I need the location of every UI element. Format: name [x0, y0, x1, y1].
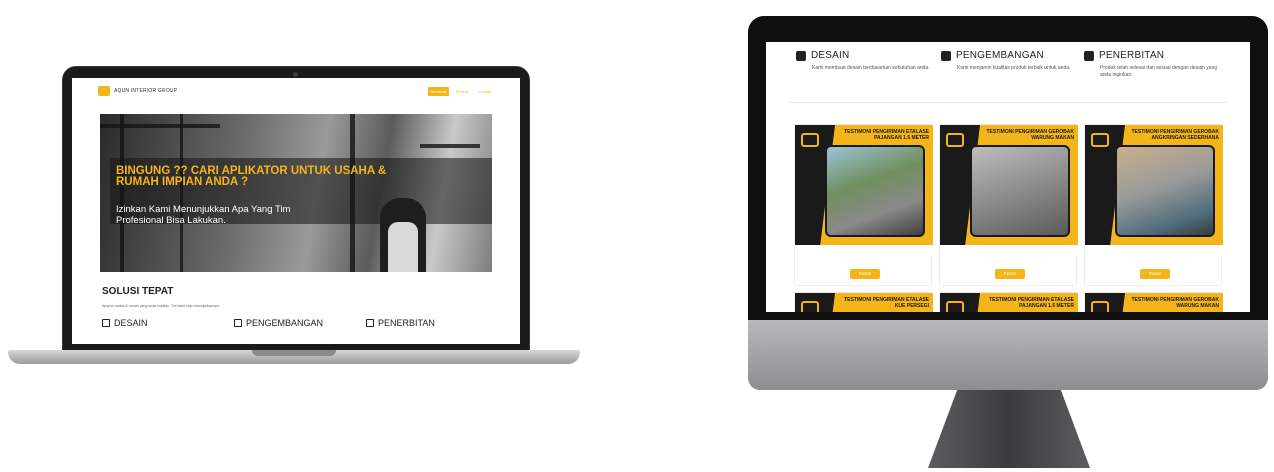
- hero-headline: BINGUNG ?? CARI APLIKATOR UNTUK USAHA & …: [116, 165, 387, 188]
- divider: [788, 102, 1228, 103]
- feature-title: DESAIN: [811, 50, 850, 61]
- navbar: AQUN INTERIOR GROUP Beranda Produk Konta…: [72, 78, 520, 104]
- feature-penerbitan: PENERBITAN: [366, 318, 435, 328]
- laptop-screen: AQUN INTERIOR GROUP Beranda Produk Konta…: [72, 78, 520, 344]
- edit-icon: [102, 319, 110, 327]
- mockup-stage: AQUN INTERIOR GROUP Beranda Produk Konta…: [0, 0, 1274, 472]
- truck-icon: [1084, 50, 1094, 61]
- feature-title: PENGEMBANGAN: [956, 50, 1044, 61]
- logo-icon: [1091, 133, 1109, 147]
- poster-title: TESTIMONI PENGIRIMAN ETALASE PAJANGAN 1.…: [989, 297, 1074, 309]
- hero-beam: [100, 124, 220, 128]
- laptop-notch: [252, 350, 336, 356]
- product-card[interactable]: TESTIMONI PENGIRIMAN ETALASE PAJANGAN 1.…: [939, 292, 1078, 312]
- nav-item-produk[interactable]: Produk: [453, 87, 472, 96]
- order-button[interactable]: Pesan: [1140, 269, 1170, 279]
- map-icon: [941, 50, 951, 61]
- nav-item-beranda[interactable]: Beranda: [427, 86, 449, 96]
- poster-title: TESTIMONI PENGIRIMAN GEROBAK WARUNG MAKA…: [986, 129, 1074, 141]
- order-button[interactable]: Pesan: [850, 269, 880, 279]
- poster-title: TESTIMONI PENGIRIMAN GEROBAK WARUNG MAKA…: [1131, 297, 1219, 309]
- logo-icon: [801, 301, 819, 312]
- monitor-feature-pengembangan: PENGEMBANGAN Kami menjamin kualitas prod…: [941, 50, 1081, 72]
- feature-desc: Produk telah selesai dan sesuai dengan d…: [1100, 65, 1218, 78]
- product-poster[interactable]: TESTIMONI PENGIRIMAN GEROBAK WARUNG MAKA…: [940, 125, 1078, 255]
- monitor-feature-penerbitan: PENERBITAN Produk telah selesai dan sesu…: [1084, 50, 1224, 79]
- poster-title: TESTIMONI PENGIRIMAN ETALASE PAJANGAN 1.…: [844, 129, 929, 141]
- monitor-chin: [748, 320, 1268, 390]
- nav-item-kontak[interactable]: Kontak: [476, 87, 494, 96]
- monitor-stand: [928, 390, 1090, 468]
- product-poster[interactable]: TESTIMONI PENGIRIMAN GEROBAK WARUNG MAKA…: [1085, 293, 1223, 312]
- section-title: SOLUSI TEPAT: [102, 286, 174, 297]
- logo-icon: [946, 301, 964, 312]
- hero-banner: BINGUNG ?? CARI APLIKATOR UNTUK USAHA & …: [100, 114, 492, 272]
- feature-title: PENERBITAN: [1099, 50, 1165, 61]
- logo-icon: [946, 133, 964, 147]
- nav-menu: Beranda Produk Kontak: [427, 86, 494, 96]
- feature-desc: Kami membuat desain berdasarkan kebutuha…: [812, 65, 930, 71]
- product-photo: [1115, 145, 1215, 237]
- hero-beam: [420, 144, 480, 148]
- product-poster[interactable]: TESTIMONI PENGIRIMAN ETALASE KUE PERSEGI: [795, 293, 933, 312]
- hero-person: [380, 198, 426, 272]
- product-card[interactable]: TESTIMONI PENGIRIMAN GEROBAK ANGKRINGAN …: [1084, 124, 1223, 286]
- product-poster[interactable]: TESTIMONI PENGIRIMAN GEROBAK ANGKRINGAN …: [1085, 125, 1223, 255]
- product-card[interactable]: TESTIMONI PENGIRIMAN GEROBAK WARUNG MAKA…: [1084, 292, 1223, 312]
- product-photo: [970, 145, 1070, 237]
- feature-label: PENERBITAN: [378, 318, 435, 328]
- poster-title: TESTIMONI PENGIRIMAN GEROBAK ANGKRINGAN …: [1131, 129, 1219, 141]
- poster-title: TESTIMONI PENGIRIMAN ETALASE KUE PERSEGI: [844, 297, 929, 309]
- product-photo: [825, 145, 925, 237]
- order-button[interactable]: Pesan: [995, 269, 1025, 279]
- feature-desc: Kami menjamin kualitas produk terbaik un…: [957, 65, 1071, 71]
- edit-icon: [796, 50, 806, 61]
- truck-icon: [366, 319, 374, 327]
- product-poster[interactable]: TESTIMONI PENGIRIMAN ETALASE PAJANGAN 1.…: [940, 293, 1078, 312]
- feature-label: PENGEMBANGAN: [246, 318, 324, 328]
- camera-icon: [293, 72, 298, 77]
- feature-label: DESAIN: [114, 318, 148, 328]
- product-poster[interactable]: TESTIMONI PENGIRIMAN ETALASE PAJANGAN 1.…: [795, 125, 933, 255]
- logo-icon[interactable]: [98, 86, 110, 96]
- feature-desain: DESAIN: [102, 318, 148, 328]
- product-card[interactable]: TESTIMONI PENGIRIMAN ETALASE PAJANGAN 1.…: [794, 124, 933, 286]
- monitor-screen: DESAIN Kami membuat desain berdasarkan k…: [766, 42, 1250, 312]
- hero-subheadline: Izinkan Kami Menunjukkan Apa Yang Tim Pr…: [116, 204, 291, 226]
- logo-icon: [1091, 301, 1109, 312]
- product-card[interactable]: TESTIMONI PENGIRIMAN ETALASE KUE PERSEGI: [794, 292, 933, 312]
- map-icon: [234, 319, 242, 327]
- section-text: Apapun usaha & rumah yang anda impikan. …: [102, 304, 220, 308]
- feature-pengembangan: PENGEMBANGAN: [234, 318, 323, 328]
- monitor-feature-desain: DESAIN Kami membuat desain berdasarkan k…: [796, 50, 936, 72]
- logo-icon: [801, 133, 819, 147]
- product-card[interactable]: TESTIMONI PENGIRIMAN GEROBAK WARUNG MAKA…: [939, 124, 1078, 286]
- brand-name[interactable]: AQUN INTERIOR GROUP: [114, 88, 177, 94]
